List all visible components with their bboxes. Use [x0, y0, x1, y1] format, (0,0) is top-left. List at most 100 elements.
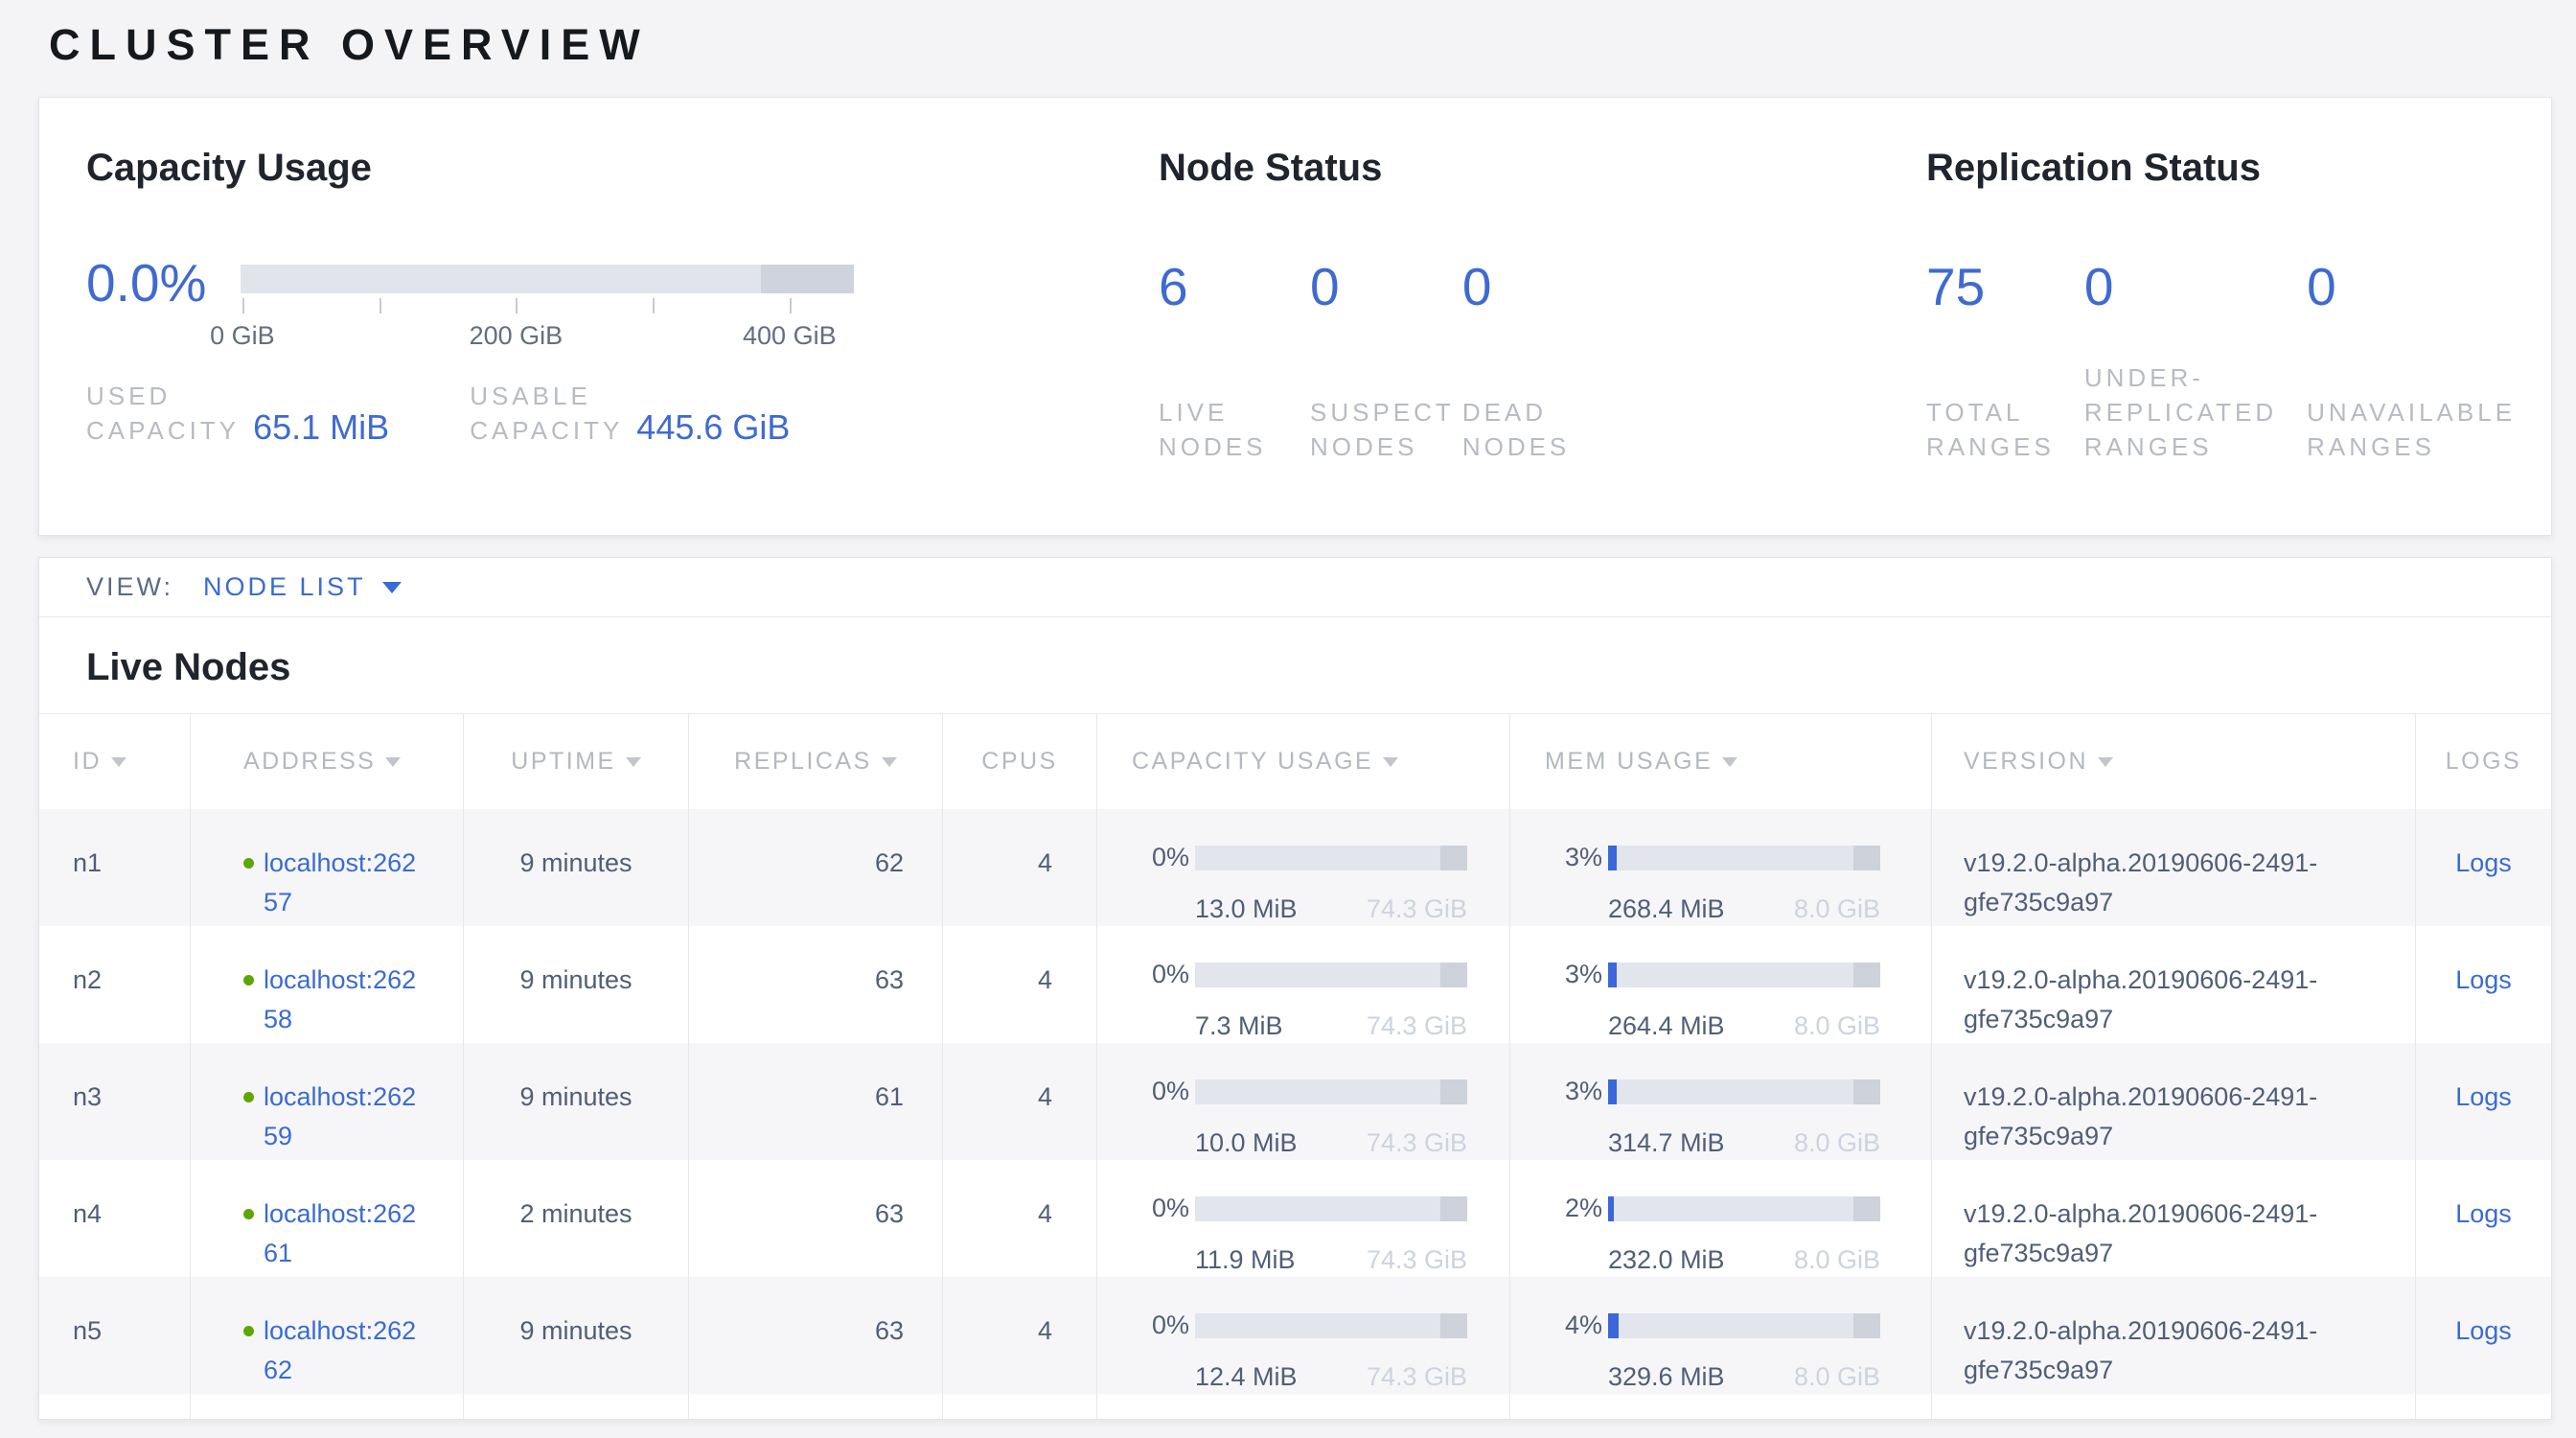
- version-value: v19.2.0-alpha.20190606-2491-gfe735c9a97: [1964, 961, 2416, 1039]
- column-header-label: CAPACITY USAGE: [1132, 748, 1373, 776]
- capacity-gauge-dark-segment: [761, 265, 854, 293]
- replicas-cell: 63: [689, 1277, 943, 1397]
- table-cell-partial: [464, 1394, 689, 1420]
- sort-descending-icon: [626, 757, 641, 767]
- uptime-cell: 2 minutes: [464, 1160, 689, 1280]
- cpus-cell: 4: [943, 1043, 1097, 1163]
- capacity-bar-dark-segment: [1440, 1313, 1467, 1338]
- capacity-cell: 0% 10.0 MiB 74.3 GiB: [1097, 1043, 1510, 1163]
- stat-label: USABLECAPACITY: [470, 379, 623, 448]
- column-header-label: ID: [73, 748, 102, 776]
- column-header-id[interactable]: ID: [39, 714, 191, 809]
- axis-tick: [242, 298, 244, 313]
- live-status-icon: [243, 858, 254, 869]
- node-address-link[interactable]: localhost:26257: [264, 844, 428, 929]
- capacity-cell: 0% 7.3 MiB 74.3 GiB: [1097, 926, 1510, 1046]
- node-id: n2: [73, 965, 102, 994]
- capacity-labels: 7.3 MiB 74.3 GiB: [1195, 1007, 1467, 1046]
- version-cell: v19.2.0-alpha.20190606-2491-gfe735c9a97: [1932, 1277, 2416, 1397]
- node-address-link[interactable]: localhost:26262: [264, 1311, 428, 1397]
- node-address-link[interactable]: localhost:26261: [264, 1194, 428, 1280]
- memory-bar: [1608, 846, 1880, 870]
- summary-card: Capacity Usage 0.0% 0 GiB200 GiB400 GiB …: [38, 97, 2552, 536]
- memory-total-value: 8.0 GiB: [1794, 1124, 1880, 1163]
- node-id-cell: n2: [39, 926, 191, 1046]
- stat-label-line: NODES: [1310, 429, 1455, 464]
- stat-value: 0: [1310, 257, 1455, 316]
- memory-total-value: 8.0 GiB: [1794, 1007, 1880, 1046]
- axis-tick: [516, 298, 518, 313]
- logs-link[interactable]: Logs: [2455, 848, 2512, 877]
- memory-bar-fill: [1608, 846, 1617, 870]
- version-value: v19.2.0-alpha.20190606-2491-gfe735c9a97: [1964, 1311, 2416, 1390]
- axis-tick: [790, 298, 792, 313]
- capacity-meter: 0%: [1132, 838, 1509, 877]
- memory-cell: 3% 264.4 MiB 8.0 GiB: [1510, 926, 1932, 1046]
- column-header-capacity-usage[interactable]: CAPACITY USAGE: [1097, 714, 1510, 809]
- logs-link[interactable]: Logs: [2455, 965, 2512, 994]
- memory-bar-dark-segment: [1853, 846, 1880, 870]
- column-header-address[interactable]: ADDRESS: [191, 714, 464, 809]
- node-id-cell: n4: [39, 1160, 191, 1280]
- node-address-link[interactable]: localhost:26258: [264, 961, 428, 1046]
- stat-column: 6 LIVENODES: [1159, 257, 1302, 464]
- column-header-replicas[interactable]: REPLICAS: [689, 714, 943, 809]
- stat-label: UNAVAILABLERANGES: [2307, 395, 2516, 464]
- logs-link[interactable]: Logs: [2455, 1316, 2512, 1345]
- cpus-cell: 4: [943, 809, 1097, 929]
- replicas-cell: 62: [689, 809, 943, 929]
- view-label: VIEW:: [86, 572, 173, 602]
- capacity-bar-dark-segment: [1440, 963, 1467, 987]
- axis-tick-label: 400 GiB: [743, 321, 837, 351]
- memory-labels: 314.7 MiB 8.0 GiB: [1608, 1124, 1880, 1163]
- capacity-stat: USABLECAPACITY 445.6 GiB: [470, 379, 790, 448]
- memory-used-value: 264.4 MiB: [1608, 1007, 1725, 1046]
- memory-bar-dark-segment: [1853, 1079, 1880, 1104]
- memory-percent: 3%: [1545, 955, 1602, 994]
- capacity-percent: 0%: [1132, 1189, 1189, 1228]
- memory-labels: 329.6 MiB 8.0 GiB: [1608, 1357, 1880, 1397]
- memory-meter: 2%: [1545, 1189, 1931, 1228]
- capacity-labels: 10.0 MiB 74.3 GiB: [1195, 1124, 1467, 1163]
- memory-meter: 3%: [1545, 955, 1931, 994]
- column-header-mem-usage[interactable]: MEM USAGE: [1510, 714, 1932, 809]
- memory-percent: 3%: [1545, 838, 1602, 877]
- table-cell-partial: [191, 1394, 464, 1420]
- replicas-cell: 61: [689, 1043, 943, 1163]
- column-header-uptime[interactable]: UPTIME: [464, 714, 689, 809]
- node-address-cell: localhost:26258: [191, 926, 464, 1046]
- table-row: n2 localhost:26258 9 minutes 63 4 0% 7.3…: [39, 926, 2551, 1043]
- version-value: v19.2.0-alpha.20190606-2491-gfe735c9a97: [1964, 1078, 2416, 1156]
- uptime-cell: 9 minutes: [464, 1043, 689, 1163]
- stat-label: SUSPECTNODES: [1310, 395, 1455, 464]
- column-header-version[interactable]: VERSION: [1932, 714, 2416, 809]
- capacity-percent: 0%: [1132, 838, 1189, 877]
- logs-link[interactable]: Logs: [2455, 1082, 2512, 1111]
- view-dropdown[interactable]: NODE LIST: [203, 572, 402, 602]
- view-dropdown-value[interactable]: NODE LIST: [203, 572, 366, 602]
- column-header-label: MEM USAGE: [1545, 748, 1713, 776]
- memory-labels: 268.4 MiB 8.0 GiB: [1608, 890, 1880, 929]
- stat-label: DEADNODES: [1462, 395, 1606, 464]
- stat-label-line: RANGES: [2307, 429, 2516, 464]
- capacity-labels: 13.0 MiB 74.3 GiB: [1195, 890, 1467, 929]
- memory-percent: 3%: [1545, 1072, 1602, 1111]
- chevron-down-icon: [382, 582, 402, 593]
- view-bar: VIEW: NODE LIST: [39, 558, 2551, 617]
- live-status-icon: [243, 1092, 254, 1102]
- memory-total-value: 8.0 GiB: [1794, 890, 1880, 929]
- memory-used-value: 232.0 MiB: [1608, 1241, 1725, 1280]
- replicas-cell: 63: [689, 926, 943, 1046]
- node-status-section: Node Status 6 LIVENODES 0 SUSPECTNODES 0…: [1159, 142, 1926, 535]
- replication-status-stats: 75 TOTALRANGES 0 UNDER-REPLICATEDRANGES …: [1926, 257, 2551, 464]
- capacity-gauge-tick-labels: 0 GiB200 GiB400 GiB: [241, 319, 854, 354]
- cpus-cell: 4: [943, 1277, 1097, 1397]
- logs-link[interactable]: Logs: [2455, 1199, 2512, 1228]
- memory-bar-fill: [1608, 963, 1617, 987]
- table-cell-partial: [1097, 1394, 1510, 1420]
- memory-cell: 4% 329.6 MiB 8.0 GiB: [1510, 1277, 1932, 1397]
- stat-label: LIVENODES: [1159, 395, 1302, 464]
- capacity-total-value: 74.3 GiB: [1367, 1007, 1467, 1046]
- node-address-link[interactable]: localhost:26259: [264, 1078, 428, 1163]
- stat-value: 65.1 MiB: [253, 407, 389, 448]
